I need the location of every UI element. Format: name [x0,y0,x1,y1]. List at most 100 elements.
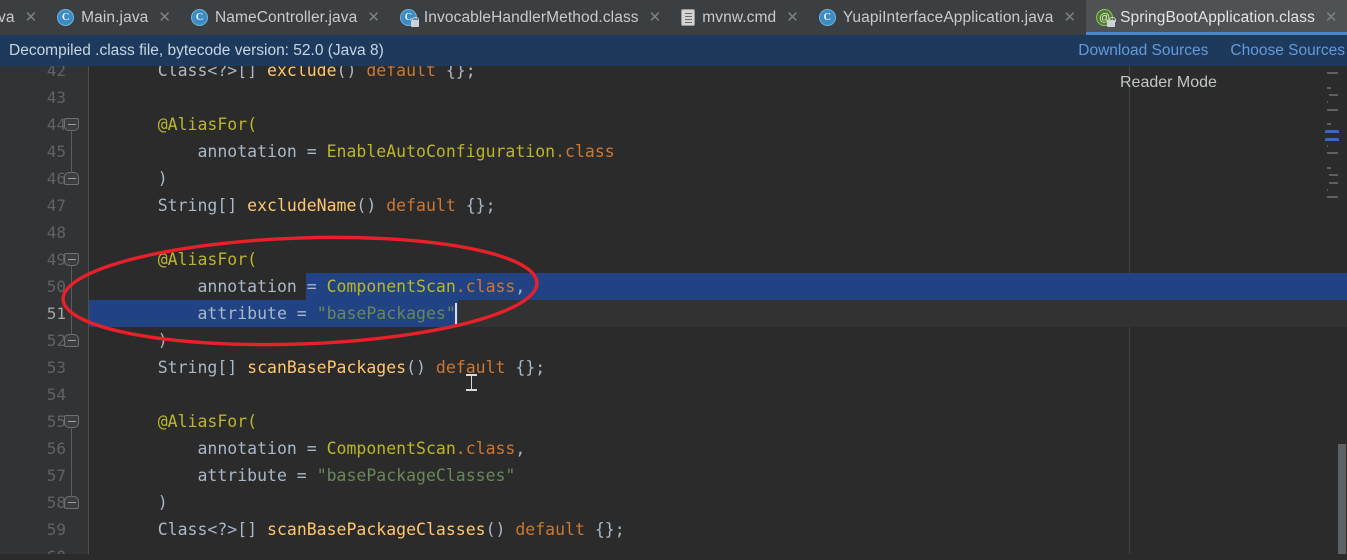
ide-editor-window: va✕Main.java✕NameController.java✕Invocab… [0,0,1347,560]
code-line-text: String[] scanBasePackages() default {}; [118,354,545,381]
tab-label: NameController.java [214,8,358,26]
code-token: {}; [455,196,496,215]
tab-close-icon[interactable]: ✕ [1063,10,1078,25]
tab-label: va [0,8,15,26]
code-token: ) [118,331,168,350]
editor-tab-springbootapplication-class[interactable]: SpringBootApplication.class ✕ [1086,0,1347,35]
code-line-text: ) [118,165,168,192]
code-line[interactable]: annotation = ComponentScan.class, [89,435,1347,462]
minimap-line [1327,86,1332,89]
code-line[interactable] [89,381,1347,408]
code-token: exclude [267,66,337,80]
code-token: attribute = [118,304,317,323]
code-line[interactable]: attribute = "basePackageClasses" [89,462,1347,489]
download-sources-link[interactable]: Download Sources [1078,42,1208,60]
code-line[interactable]: String[] excludeName() default {}; [89,192,1347,219]
line-number: 49 [46,250,66,269]
line-number-gutter[interactable]: 42434445464748495051525354555657585960 [0,66,88,560]
code-line[interactable]: String[] scanBasePackages() default {}; [89,354,1347,381]
editor-tab-main-java[interactable]: Main.java ✕ [47,0,181,35]
minimap-line [1327,72,1338,74]
code-line-text: annotation = ComponentScan.class, [118,435,525,462]
line-number: 54 [46,385,66,404]
tab-close-icon[interactable]: ✕ [785,10,800,25]
code-token: ) [118,169,168,188]
code-line[interactable]: @AliasFor( [89,408,1347,435]
tab-close-icon[interactable]: ✕ [157,10,172,25]
tab-close-icon[interactable]: ✕ [648,10,663,25]
code-token: .class [455,439,516,458]
code-token: String[] [118,358,248,377]
minimap-line [1327,108,1338,111]
banner-message: Decompiled .class file, bytecode version… [9,41,384,59]
code-fold-close-icon[interactable] [64,496,80,512]
vertical-scrollbar-thumb[interactable] [1338,444,1346,559]
code-token: () [356,196,387,215]
fold-region-line [71,265,72,335]
code-line[interactable] [89,219,1347,246]
tab-label: SpringBootApplication.class [1120,8,1315,26]
reader-mode-label[interactable]: Reader Mode [1120,74,1217,92]
vertical-scrollbar[interactable] [1338,66,1347,560]
code-token: .class [555,142,615,161]
code-line-text: annotation = ComponentScan.class, [118,273,525,300]
tab-label: YuapiInterfaceApplication.java [842,8,1054,26]
code-token: annotation = [118,277,327,296]
tab-close-icon[interactable]: ✕ [366,10,381,25]
code-line-text: ) [118,327,168,354]
code-fold-open-icon[interactable] [64,118,80,134]
code-line-text: @AliasFor( [118,408,257,435]
code-line[interactable]: ) [89,489,1347,516]
code-token: String[] [118,196,248,215]
code-token: .class [455,277,516,296]
editor-tab-namecontroller-java[interactable]: NameController.java ✕ [180,0,390,35]
editor-tab-va[interactable]: va ✕ [0,0,48,35]
code-token: ) [118,493,168,512]
line-number: 42 [46,66,66,80]
code-token: Class<?>[] [118,66,268,80]
line-number: 59 [46,520,66,539]
decompiled-notification-banner: Decompiled .class file, bytecode version… [0,35,1347,66]
horizontal-scrollbar[interactable] [0,554,1347,560]
line-number: 44 [46,115,66,134]
code-line-text: Class<?>[] scanBasePackageClasses() defa… [118,516,625,543]
code-fold-close-icon[interactable] [64,334,80,350]
code-editor[interactable]: 42434445464748495051525354555657585960 C… [0,66,1347,560]
minimap-selection-marker [1325,137,1339,141]
cmd-file-icon [681,9,696,26]
minimap-line [1329,93,1338,96]
code-line[interactable]: @AliasFor( [89,111,1347,138]
mouse-ibeam-cursor [466,373,477,392]
code-line[interactable]: ) [89,327,1347,354]
minimap-line [1329,181,1338,184]
code-token: attribute = [118,466,317,485]
code-token: annotation = [118,142,327,161]
tab-close-icon[interactable]: ✕ [1324,10,1339,25]
java-class-locked-icon [399,9,420,27]
code-line[interactable]: annotation = ComponentScan.class, [89,273,1347,300]
editor-tab-mvnw-cmd[interactable]: mvnw.cmd ✕ [671,0,809,35]
code-line[interactable]: annotation = EnableAutoConfiguration.cla… [89,138,1347,165]
code-token: () [406,358,436,377]
code-line[interactable]: attribute = "basePackages" [89,300,1347,327]
code-text-area[interactable]: Class<?>[] exclude() default {}; @AliasF… [89,66,1347,560]
choose-sources-link[interactable]: Choose Sources [1230,42,1345,60]
minimap-line [1327,152,1338,155]
editor-tab-invocablehandlermethod-class[interactable]: InvocableHandlerMethod.class ✕ [389,0,672,35]
code-line-text: String[] excludeName() default {}; [118,192,496,219]
line-number: 52 [46,331,66,350]
code-line-text: annotation = EnableAutoConfiguration.cla… [118,138,615,165]
fold-region-line [71,130,72,173]
line-number: 53 [46,358,66,377]
tab-close-icon[interactable]: ✕ [24,10,39,25]
code-token: @AliasFor( [118,412,258,431]
code-fold-open-icon[interactable] [64,415,80,431]
code-line[interactable]: @AliasFor( [89,246,1347,273]
code-fold-open-icon[interactable] [64,253,80,269]
line-number: 45 [46,142,66,161]
editor-tab-yuapiinterfaceapplication-java[interactable]: YuapiInterfaceApplication.java ✕ [808,0,1087,35]
code-minimap[interactable] [1325,66,1339,226]
code-line[interactable]: ) [89,165,1347,192]
code-line[interactable]: Class<?>[] scanBasePackageClasses() defa… [89,516,1347,543]
code-fold-close-icon[interactable] [64,172,80,188]
